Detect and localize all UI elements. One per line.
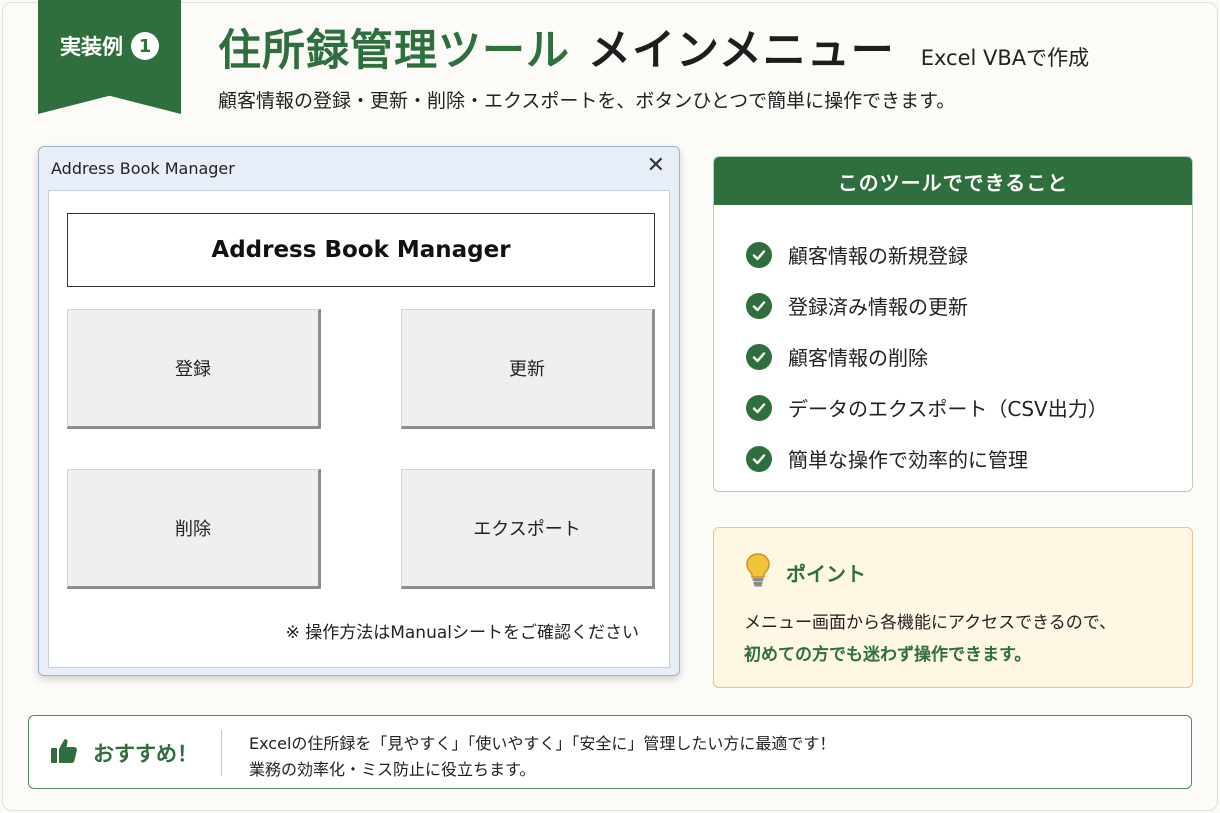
page-subtitle: 顧客情報の登録・更新・削除・エクスポートを、ボタンひとつで簡単に操作できます。: [218, 90, 956, 112]
divider: [221, 730, 222, 776]
list-item: 顧客情報の削除: [746, 331, 1192, 382]
recommend-bar: おすすめ！ Excelの住所録を「見やすく」「使いやすく」「安全に」管理したい方…: [28, 715, 1192, 789]
userform-body: Address Book Manager 登録 更新 削除 エクスポート ※ 操…: [48, 190, 670, 668]
feature-text: 顧客情報の削除: [788, 346, 928, 370]
point-title: ポイント: [786, 561, 866, 586]
features-heading: このツールでできること: [714, 157, 1192, 205]
export-button[interactable]: エクスポート: [401, 469, 655, 589]
manual-note: ※ 操作方法はManualシートをご確認ください: [285, 623, 639, 643]
title-main-menu: メインメニュー: [588, 26, 895, 76]
delete-button[interactable]: 削除: [67, 469, 321, 589]
feature-text: 顧客情報の新規登録: [788, 244, 968, 268]
point-box: ポイント メニュー画面から各機能にアクセスできるので、 初めての方でも迷わず操作…: [713, 527, 1193, 688]
form-header-label: Address Book Manager: [67, 213, 655, 287]
feature-text: データのエクスポート（CSV出力）: [788, 397, 1108, 421]
check-circle-icon: [746, 343, 772, 370]
register-button[interactable]: 登録: [67, 309, 321, 429]
check-circle-icon: [746, 394, 772, 421]
title-tool-name: 住所録管理ツール: [218, 26, 570, 76]
lightbulb-icon: [744, 552, 772, 592]
recommend-heading: おすすめ！: [49, 736, 198, 770]
point-text-line2: 初めての方でも迷わず操作できます。: [744, 645, 1032, 665]
window-title: Address Book Manager: [51, 159, 235, 178]
page-title: 住所録管理ツール メインメニュー Excel VBAで作成: [218, 16, 1089, 78]
feature-text: 登録済み情報の更新: [788, 295, 968, 319]
thumbs-up-icon: [49, 736, 79, 770]
check-circle-icon: [746, 292, 772, 319]
recommend-text-line1: Excelの住所録を「見やすく」「使いやすく」「安全に」管理したい方に最適です！: [249, 734, 836, 753]
feature-text: 簡単な操作で効率的に管理: [788, 448, 1028, 472]
userform-window: Address Book Manager ✕ Address Book Mana…: [38, 146, 680, 676]
point-text-line1: メニュー画面から各機能にアクセスできるので、: [744, 613, 1117, 633]
recommend-text-line2: 業務の効率化・ミス防止に役立ちます。: [249, 760, 536, 779]
list-item: データのエクスポート（CSV出力）: [746, 382, 1192, 433]
recommend-label: おすすめ！: [93, 742, 198, 766]
check-circle-icon: [746, 241, 772, 268]
close-icon[interactable]: ✕: [647, 153, 665, 178]
update-button[interactable]: 更新: [401, 309, 655, 429]
badge-number: 1: [131, 32, 159, 60]
features-list: 顧客情報の新規登録 登録済み情報の更新 顧客情報の削除 データのエクスポート（C…: [714, 205, 1192, 484]
badge-label: 実装例: [60, 35, 123, 59]
list-item: 顧客情報の新規登録: [746, 229, 1192, 280]
check-circle-icon: [746, 445, 772, 472]
list-item: 登録済み情報の更新: [746, 280, 1192, 331]
point-header: ポイント: [744, 552, 866, 592]
features-panel: このツールでできること 顧客情報の新規登録 登録済み情報の更新 顧客情報の削除 …: [713, 156, 1193, 492]
list-item: 簡単な操作で効率的に管理: [746, 433, 1192, 484]
title-made-with: Excel VBAで作成: [920, 46, 1090, 70]
